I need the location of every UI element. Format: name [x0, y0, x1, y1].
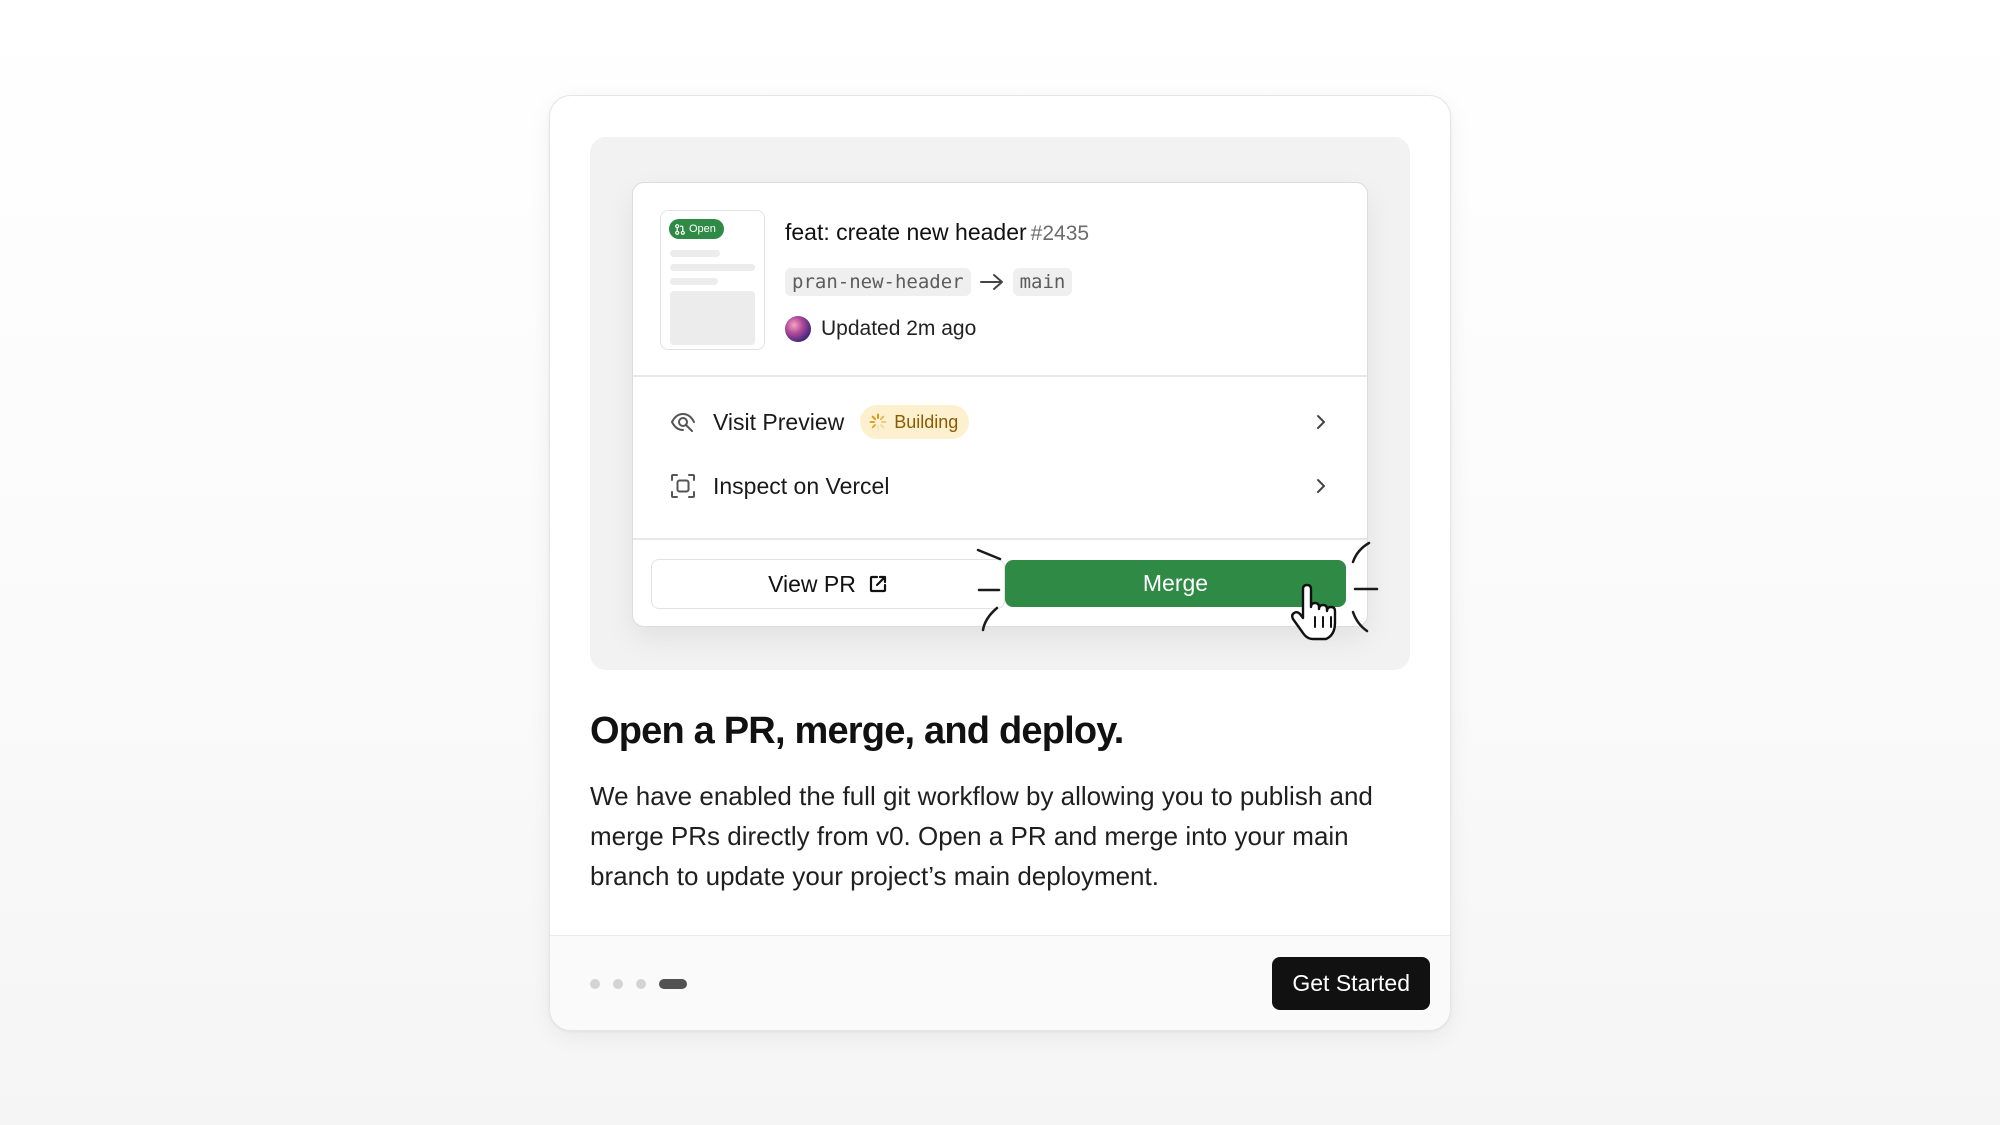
view-pr-label: View PR — [768, 570, 856, 597]
thumb-block — [670, 291, 755, 345]
building-status-badge: Building — [860, 405, 970, 439]
modal-footer: Get Started — [550, 935, 1450, 1030]
divider — [633, 375, 1367, 377]
onboarding-modal: Open feat: create new header #2435 pran-n… — [549, 95, 1451, 1031]
inspect-frame-icon — [669, 472, 697, 500]
external-link-icon — [869, 575, 886, 593]
divider — [633, 538, 1367, 540]
pagination-dot-active[interactable] — [659, 979, 687, 989]
chevron-right-icon — [1317, 479, 1325, 493]
updated-text: Updated 2m ago — [821, 317, 977, 340]
visit-preview-label: Visit Preview — [713, 408, 845, 435]
visit-preview-row[interactable]: Visit Preview Building — [669, 398, 1331, 446]
chevron-right-icon — [1317, 415, 1325, 429]
feature-illustration: Open feat: create new header #2435 pran-n… — [590, 137, 1410, 670]
avatar — [785, 316, 811, 342]
pr-open-badge: Open — [669, 219, 724, 239]
get-started-button[interactable]: Get Started — [1272, 957, 1430, 1010]
target-branch: main — [1012, 268, 1073, 296]
merge-label: Merge — [1142, 570, 1209, 596]
pr-title: feat: create new header #2435 — [785, 219, 1089, 246]
view-pr-button[interactable]: View PR — [651, 559, 1005, 609]
thumb-line — [670, 250, 720, 257]
inspect-vercel-label: Inspect on Vercel — [713, 472, 890, 499]
pr-badge-label: Open — [689, 223, 716, 235]
spinner-icon — [869, 413, 887, 431]
pr-card: Open feat: create new header #2435 pran-n… — [632, 182, 1379, 641]
pr-number: #2435 — [1030, 222, 1090, 245]
click-burst-right-icon — [1351, 541, 1379, 633]
headline: Open a PR, merge, and deploy. — [590, 710, 1124, 752]
source-branch: pran-new-header — [785, 268, 971, 296]
inspect-vercel-row[interactable]: Inspect on Vercel — [669, 462, 1331, 510]
updated-row: Updated 2m ago — [785, 316, 976, 342]
click-burst-left-icon — [976, 548, 1002, 632]
thumb-line — [670, 264, 755, 271]
eye-icon — [669, 408, 697, 436]
building-status-label: Building — [894, 411, 959, 432]
pagination-dot[interactable] — [613, 979, 623, 989]
description: We have enabled the full git workflow by… — [590, 781, 1373, 891]
get-started-label: Get Started — [1292, 970, 1410, 996]
pr-thumbnail: Open — [660, 210, 765, 350]
pull-request-icon — [675, 223, 685, 235]
branch-row: pran-new-header main — [785, 268, 1073, 296]
pr-title-text: feat: create new header — [785, 219, 1027, 245]
thumb-line — [670, 278, 718, 285]
pagination-dot[interactable] — [590, 979, 600, 989]
hand-pointer-cursor-icon — [1291, 583, 1337, 641]
pagination-dot[interactable] — [636, 979, 646, 989]
arrow-right-icon — [979, 274, 1003, 290]
